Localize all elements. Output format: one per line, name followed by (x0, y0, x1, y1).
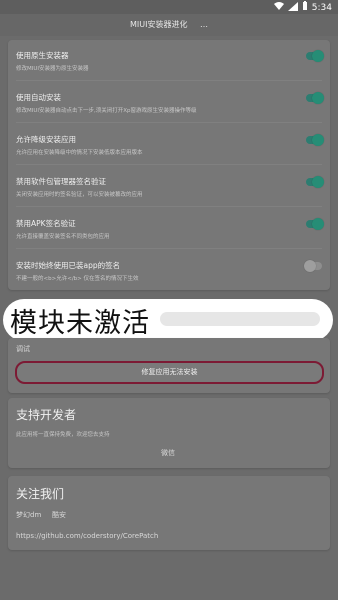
battery-icon (302, 1, 308, 14)
toggle-native-installer[interactable] (306, 50, 324, 62)
navigation-bar (0, 586, 338, 600)
toggle-knob (312, 176, 324, 188)
status-icons: 5:34 (273, 1, 332, 14)
setting-title: 允许降级安装应用 (16, 135, 76, 144)
setting-disable-apk-signature[interactable]: 禁用APK签名验证 允许直接覆盖安装签名不同类包的应用 (16, 218, 316, 240)
divider (16, 206, 322, 207)
banner-bar (160, 312, 320, 326)
wifi-icon (273, 1, 284, 14)
setting-downgrade[interactable]: 允许降级安装应用 允许应用在安装降级中的情况下安装低版本应用版本 (16, 134, 316, 156)
setting-subtitle: 修改MIUI安装器为原生安装器 (16, 66, 89, 72)
toggle-disable-pm-signature[interactable] (306, 176, 324, 188)
setting-subtitle: 允许直接覆盖安装签名不同类包的应用 (16, 234, 110, 240)
toggle-knob (312, 134, 324, 146)
toggle-use-installed-signature[interactable] (304, 260, 322, 272)
setting-title: 禁用软件包管理器签名验证 (16, 177, 106, 186)
app-title: MIUI安装器进化 (129, 20, 188, 29)
support-title: 支持开发者 (16, 408, 77, 422)
toggle-auto-install[interactable] (306, 92, 324, 104)
debug-label: 调试 (16, 345, 30, 353)
setting-title: 安装时始终使用已装app的签名 (16, 261, 121, 270)
setting-use-installed-signature[interactable]: 安装时始终使用已装app的签名 不建一般的<b>允许</b> 仅在签名的情况下生… (16, 260, 316, 282)
setting-title: 使用自动安装 (16, 93, 61, 102)
divider (16, 80, 322, 81)
follow-title: 关注我们 (16, 487, 65, 501)
setting-subtitle: 修改MIUI安装器自动点击下一步,须关闭打开Xp窗游戏原生安装器操作等级 (16, 108, 197, 114)
support-desc: 此应用将一直保持免费，欢迎您去支持 (16, 432, 110, 438)
status-bar: 5:34 (0, 0, 338, 14)
divider (16, 122, 322, 123)
toggle-knob (312, 92, 324, 104)
divider (16, 164, 322, 165)
wechat-link[interactable]: 微信 (161, 448, 175, 458)
setting-title: 禁用APK签名验证 (16, 219, 76, 228)
settings-card: 使用原生安装器 修改MIUI安装器为原生安装器 使用自动安装 修改MIUI安装器… (8, 40, 330, 290)
fix-install-button[interactable]: 修复应用无法安装 (15, 361, 324, 384)
setting-subtitle: 不建一般的<b>允许</b> 仅在签名的情况下生效 (16, 276, 139, 282)
setting-native-installer[interactable]: 使用原生安装器 修改MIUI安装器为原生安装器 (16, 50, 316, 72)
signal-icon (287, 1, 298, 14)
toggle-downgrade[interactable] (306, 134, 324, 146)
author-link[interactable]: 梦幻dm (16, 510, 41, 520)
setting-auto-install[interactable]: 使用自动安装 修改MIUI安装器自动点击下一步,须关闭打开Xp窗游戏原生安装器操… (16, 92, 316, 114)
divider (16, 248, 322, 249)
more-icon[interactable]: … (200, 20, 208, 29)
setting-disable-pm-signature[interactable]: 禁用软件包管理器签名验证 关闭安装应用时的签名验证，可以安装被篡改的应用 (16, 176, 316, 198)
setting-subtitle: 允许应用在安装降级中的情况下安装低版本应用版本 (16, 150, 143, 156)
status-time: 5:34 (311, 2, 332, 13)
toggle-knob (312, 50, 324, 62)
coolapk-link[interactable]: 酷安 (52, 510, 66, 520)
toggle-knob (312, 218, 324, 230)
toggle-knob (304, 260, 316, 272)
app-bar: MIUI安装器进化 … (0, 14, 338, 36)
module-status-text: 模块未激活 (10, 308, 150, 339)
setting-subtitle: 关闭安装应用时的签名验证，可以安装被篡改的应用 (16, 192, 143, 198)
toggle-disable-apk-signature[interactable] (306, 218, 324, 230)
setting-title: 使用原生安装器 (16, 51, 69, 60)
github-link[interactable]: https://github.com/coderstory/CorePatch (16, 532, 158, 540)
